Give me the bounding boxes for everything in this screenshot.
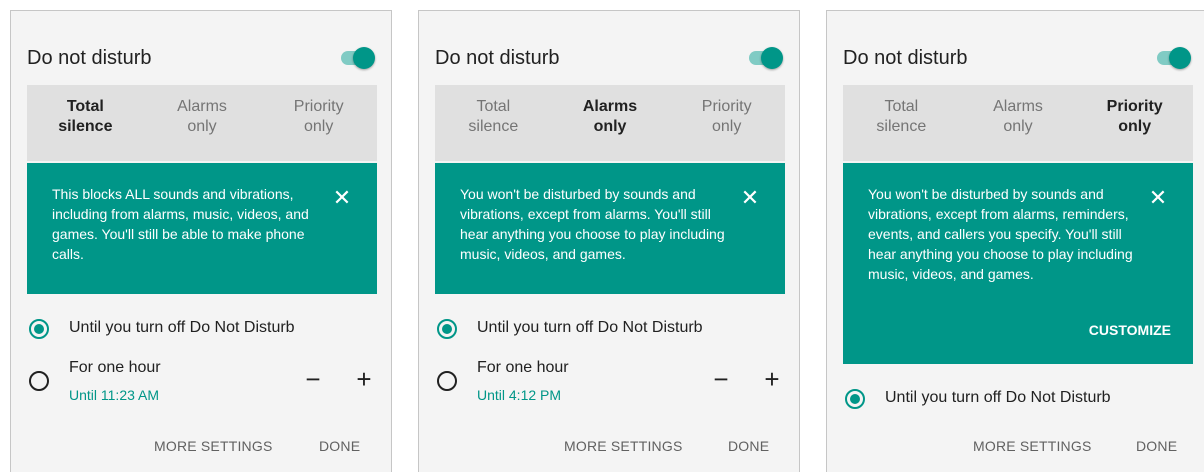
mode-label-line1: Total <box>66 98 104 115</box>
info-text: This blocks ALL sounds and vibrations, i… <box>52 186 309 262</box>
dnd-toggle[interactable] <box>339 47 375 69</box>
option-until-off-label[interactable]: Until you turn off Do Not Disturb <box>885 389 1111 407</box>
done-button[interactable]: DONE <box>319 438 360 454</box>
dialog-title: Do not disturb <box>27 47 152 69</box>
mode-label-line2: only <box>1003 118 1033 135</box>
increase-button[interactable]: + <box>758 365 786 393</box>
mode-label-line2: only <box>1118 118 1152 135</box>
dnd-toggle[interactable] <box>1155 47 1191 69</box>
mode-priority-only[interactable]: Priority only <box>260 85 377 161</box>
info-card: This blocks ALL sounds and vibrations, i… <box>27 163 377 294</box>
option-until-off-label[interactable]: Until you turn off Do Not Disturb <box>69 319 295 337</box>
dialog-title: Do not disturb <box>435 47 560 69</box>
close-icon[interactable]: ✕ <box>735 183 765 213</box>
mode-label-line2: silence <box>58 118 113 135</box>
mode-selector: Total silence Alarms only Priority only <box>843 85 1193 161</box>
radio-until-off[interactable] <box>29 319 49 339</box>
mode-label-line1: Alarms <box>582 98 638 115</box>
close-icon[interactable]: ✕ <box>327 183 357 213</box>
dnd-dialog-priority-only: Do not disturb Total silence Alarms only… <box>826 10 1204 472</box>
mode-total-silence[interactable]: Total silence <box>843 85 960 161</box>
dnd-toggle[interactable] <box>747 47 783 69</box>
mode-selector: Total silence Alarms only Priority only <box>27 85 377 161</box>
increase-button[interactable]: + <box>350 365 378 393</box>
mode-label-line1: Priority <box>293 98 344 115</box>
mode-label-line2: only <box>712 118 742 135</box>
option-one-hour-until: Until 4:12 PM <box>477 387 562 403</box>
option-until-off-label[interactable]: Until you turn off Do Not Disturb <box>477 319 703 337</box>
toggle-thumb <box>761 47 783 69</box>
info-card: You won't be disturbed by sounds and vib… <box>843 163 1193 364</box>
info-text: You won't be disturbed by sounds and vib… <box>868 186 1133 282</box>
toggle-thumb <box>353 47 375 69</box>
option-one-hour-label[interactable]: For one hour <box>477 359 569 377</box>
radio-until-off[interactable] <box>437 319 457 339</box>
decrease-button[interactable]: − <box>299 365 327 393</box>
mode-alarms-only[interactable]: Alarms only <box>960 85 1077 161</box>
done-button[interactable]: DONE <box>1136 438 1177 454</box>
option-one-hour-label[interactable]: For one hour <box>69 359 161 377</box>
mode-label-line2: only <box>593 118 627 135</box>
mode-label-line1: Total <box>884 98 919 115</box>
more-settings-button[interactable]: MORE SETTINGS <box>973 438 1092 454</box>
radio-one-hour[interactable] <box>437 371 457 391</box>
mode-total-silence[interactable]: Total silence <box>27 85 144 161</box>
mode-label-line1: Priority <box>1106 98 1163 115</box>
dialog-title: Do not disturb <box>843 47 968 69</box>
mode-label-line2: silence <box>876 118 927 135</box>
customize-button[interactable]: CUSTOMIZE <box>1089 322 1171 338</box>
mode-alarms-only[interactable]: Alarms only <box>144 85 261 161</box>
mode-label-line2: only <box>187 118 217 135</box>
mode-label-line2: only <box>304 118 334 135</box>
mode-priority-only[interactable]: Priority only <box>668 85 785 161</box>
mode-label-line1: Alarms <box>177 98 227 115</box>
dnd-dialog-alarms-only: Do not disturb Total silence Alarms only… <box>418 10 800 472</box>
close-icon[interactable]: ✕ <box>1143 183 1173 213</box>
mode-selector: Total silence Alarms only Priority only <box>435 85 785 161</box>
more-settings-button[interactable]: MORE SETTINGS <box>154 438 273 454</box>
done-button[interactable]: DONE <box>728 438 769 454</box>
mode-label-line2: silence <box>468 118 519 135</box>
radio-until-off[interactable] <box>845 389 865 409</box>
radio-one-hour[interactable] <box>29 371 49 391</box>
mode-label-line1: Alarms <box>993 98 1043 115</box>
option-one-hour-until: Until 11:23 AM <box>69 387 160 403</box>
mode-label-line1: Total <box>476 98 511 115</box>
mode-total-silence[interactable]: Total silence <box>435 85 552 161</box>
info-text: You won't be disturbed by sounds and vib… <box>460 186 725 262</box>
toggle-thumb <box>1169 47 1191 69</box>
more-settings-button[interactable]: MORE SETTINGS <box>564 438 683 454</box>
mode-label-line1: Priority <box>701 98 752 115</box>
mode-alarms-only[interactable]: Alarms only <box>552 85 669 161</box>
dnd-dialog-total-silence: Do not disturb Total silence Alarms only… <box>10 10 392 472</box>
decrease-button[interactable]: − <box>707 365 735 393</box>
info-card: You won't be disturbed by sounds and vib… <box>435 163 785 294</box>
mode-priority-only[interactable]: Priority only <box>1076 85 1193 161</box>
